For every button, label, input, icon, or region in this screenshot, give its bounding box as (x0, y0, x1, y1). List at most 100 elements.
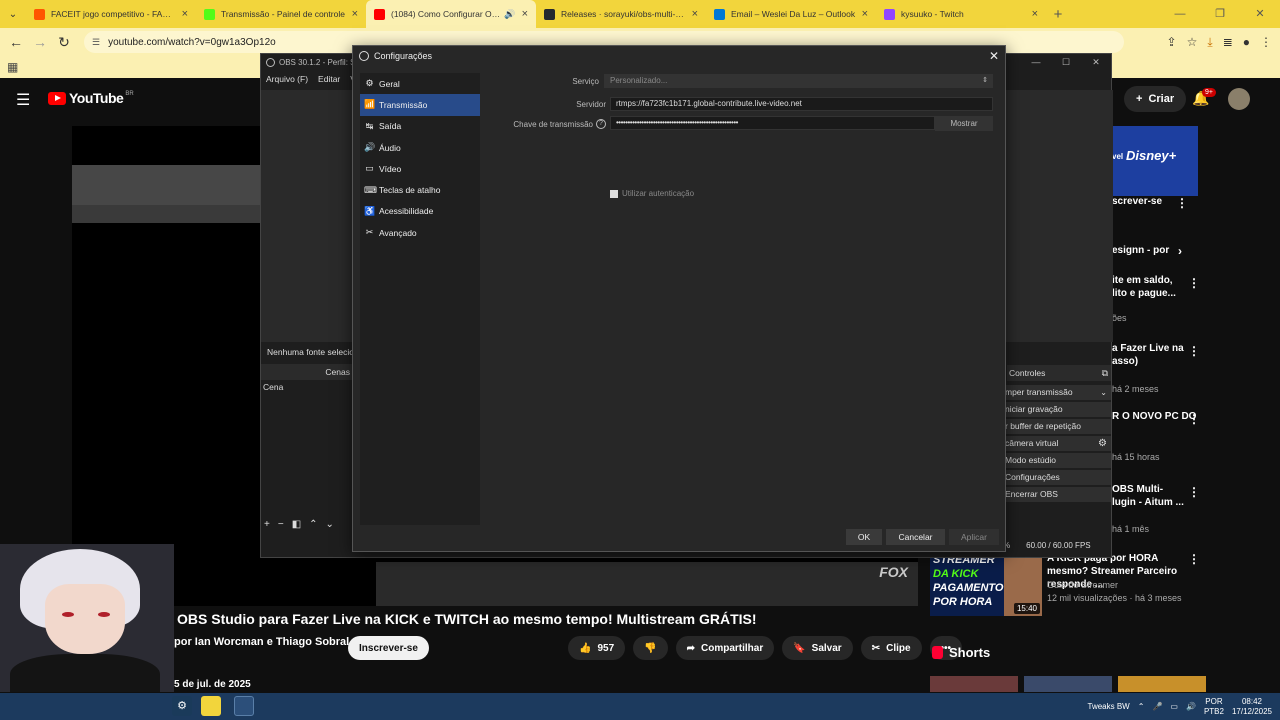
browser-tab[interactable]: kysuuko - Twitch × (876, 0, 1046, 28)
settings-nav-saida[interactable]: ↹ Saída (360, 116, 480, 137)
browser-tab[interactable]: (1084) Como Configurar OBS 🔊 × (366, 0, 536, 28)
save-button[interactable]: 🔖 Salvar (782, 636, 853, 660)
short-thumbnail[interactable] (1118, 676, 1206, 692)
forward-icon[interactable]: → (28, 34, 52, 50)
new-tab-button[interactable]: + (1046, 6, 1070, 23)
more-vertical-icon[interactable]: ⋮ (1188, 485, 1200, 499)
youtube-logo[interactable]: YouTube BR (48, 90, 134, 106)
like-button[interactable]: 👍 957 (568, 636, 626, 660)
minimize-icon[interactable]: — (1160, 0, 1200, 28)
more-vertical-icon[interactable]: ⋮ (1188, 344, 1200, 358)
subscribe-button[interactable]: Inscrever-se (348, 636, 429, 660)
download-icon[interactable]: ⤓ (1207, 35, 1212, 50)
clock[interactable]: 08:42 17/12/2025 (1232, 697, 1272, 717)
obs-control-button[interactable]: Modo estúdio (1003, 453, 1111, 468)
browser-tab[interactable]: Transmissão - Painel de controle × (196, 0, 366, 28)
gear-icon[interactable]: ⚙ (1098, 436, 1107, 451)
settings-nav-geral[interactable]: ⚙ Geral (360, 73, 480, 94)
minimize-icon[interactable]: — (1021, 54, 1051, 70)
scene-filter-icon[interactable]: ◧ (292, 519, 301, 530)
recommended-thumbnail[interactable]: STREAMER DA KICK PAGAMENTO POR HORA 15:4… (930, 554, 1042, 616)
back-icon[interactable]: ← (4, 34, 28, 50)
mic-icon[interactable]: 🎤 (1152, 702, 1162, 711)
obs-taskbar-icon[interactable] (234, 696, 254, 716)
network-icon[interactable]: ▭ (1170, 702, 1178, 711)
short-thumbnail[interactable] (1024, 676, 1112, 692)
close-icon[interactable]: ✕ (1240, 0, 1280, 28)
clip-button[interactable]: ✂ Clipe (860, 636, 922, 660)
ok-button[interactable]: OK (846, 529, 882, 545)
tab-search-chevron-icon[interactable]: ⌄ (0, 0, 26, 28)
settings-nav-avancado[interactable]: ✂ Avançado (360, 222, 480, 243)
tray-app-label[interactable]: Tweaks BW (1088, 702, 1130, 711)
reading-list-icon[interactable]: ≣ (1223, 35, 1233, 49)
browser-tab[interactable]: Releases · sorayuki/obs-multi-rtmp × (536, 0, 706, 28)
chrome-taskbar-icon[interactable] (201, 696, 221, 716)
server-input[interactable]: rtmps://fa723fc1b171.global-contribute.l… (610, 97, 993, 111)
use-auth-checkbox[interactable]: Utilizar autenticação (610, 189, 694, 198)
recommended-channel[interactable]: Guia do Streamer (1047, 580, 1118, 590)
more-vertical-icon[interactable]: ⋮ (1188, 552, 1200, 566)
apply-button[interactable]: Aplicar (949, 529, 999, 545)
maximize-icon[interactable]: ☐ (1051, 54, 1081, 70)
stream-key-input[interactable]: ••••••••••••••••••••••••••••••••••••••••… (610, 116, 935, 130)
menu-file[interactable]: Arquivo (F) (266, 74, 308, 84)
tab-close-icon[interactable]: × (522, 8, 528, 20)
sidebar-video-title[interactable]: OBS Multi- lugin - Aitum ... (1112, 483, 1184, 509)
install-app-icon[interactable]: ⇪ (1167, 35, 1177, 49)
obs-control-button[interactable]: r buffer de repetição (1003, 419, 1111, 434)
maximize-icon[interactable]: ❐ (1200, 0, 1240, 28)
move-down-icon[interactable]: ⌄ (326, 519, 334, 530)
scene-list-item[interactable]: Cena (263, 382, 283, 392)
sidebar-video-title[interactable]: a Fazer Live na asso) (1112, 342, 1184, 368)
apps-grid-icon[interactable]: ▦ (7, 60, 18, 74)
close-icon[interactable]: ✕ (1081, 54, 1111, 70)
obs-control-button[interactable]: Encerrar OBS (1003, 487, 1111, 502)
bookmark-star-icon[interactable]: ☆ (1187, 35, 1198, 49)
tray-overflow-icon[interactable]: ⌃ (1138, 702, 1145, 711)
user-avatar[interactable] (1228, 88, 1250, 110)
settings-nav-video[interactable]: ▭ Vídeo (360, 158, 480, 179)
site-info-icon[interactable]: ☰ (92, 37, 100, 48)
steam-icon[interactable]: ⚙ (172, 696, 192, 716)
tab-close-icon[interactable]: × (182, 8, 188, 20)
browser-tab[interactable]: Email – Weslei Da Luz – Outlook × (706, 0, 876, 28)
settings-nav-teclas-de-atalho[interactable]: ⌨ Teclas de atalho (360, 179, 480, 200)
settings-nav-audio[interactable]: 🔊 Áudio (360, 137, 480, 158)
share-button[interactable]: ➦ Compartilhar (675, 636, 775, 660)
more-vertical-icon[interactable]: ⋮ (1188, 276, 1200, 290)
tab-close-icon[interactable]: × (692, 8, 698, 20)
sidebar-video-title[interactable]: R O NOVO PC DO (1112, 410, 1196, 423)
channel-name[interactable]: por Ian Worcman e Thiago Sobral (174, 636, 349, 648)
hamburger-menu-icon[interactable]: ☰ (16, 90, 30, 110)
obs-control-button[interactable]: mper transmissão ⌄ (1003, 385, 1111, 400)
tab-close-icon[interactable]: × (352, 8, 358, 20)
add-scene-icon[interactable]: + (264, 519, 270, 530)
reload-icon[interactable]: ↻ (52, 34, 76, 51)
obs-control-button[interactable]: niciar gravação (1003, 402, 1111, 417)
obs-control-button[interactable]: Configurações (1003, 470, 1111, 485)
ad-subscribe-button[interactable]: screver-se (1112, 196, 1162, 207)
sidebar-video-title[interactable]: ite em saldo, lito e pague... (1112, 274, 1176, 300)
keyboard-layout[interactable]: POR PTB2 (1204, 697, 1224, 717)
tab-close-icon[interactable]: × (862, 8, 868, 20)
browser-tab[interactable]: FACEIT jogo competitivo - FACEIT × (26, 0, 196, 28)
tab-close-icon[interactable]: × (1032, 8, 1038, 20)
help-question-icon[interactable]: ? (596, 119, 606, 129)
dislike-button[interactable]: 👎 (633, 636, 668, 660)
chevron-down-icon[interactable]: ⌄ (1100, 385, 1107, 400)
service-combobox[interactable]: Personalizado... ⇕ (604, 74, 993, 88)
settings-nav-transmissao[interactable]: 📶 Transmissão (360, 94, 480, 116)
browser-menu-icon[interactable]: ⋮ (1260, 35, 1272, 49)
undock-icon[interactable]: ⧉ (1102, 365, 1108, 381)
settings-nav-acessibilidade[interactable]: ♿ Acessibilidade (360, 201, 480, 222)
menu-edit[interactable]: Editar (318, 74, 340, 84)
ad-thumbnail[interactable]: Disney+ vel (1112, 126, 1198, 196)
remove-scene-icon[interactable]: − (278, 519, 284, 530)
close-icon[interactable]: ✕ (989, 49, 999, 63)
volume-icon[interactable]: 🔊 (1186, 702, 1196, 711)
obs-control-button[interactable]: câmera virtual ⚙ (1003, 436, 1111, 451)
move-up-icon[interactable]: ⌃ (309, 519, 317, 530)
more-vertical-icon[interactable]: ⋮ (1176, 196, 1188, 210)
tab-audio-icon[interactable]: 🔊 (504, 9, 515, 20)
